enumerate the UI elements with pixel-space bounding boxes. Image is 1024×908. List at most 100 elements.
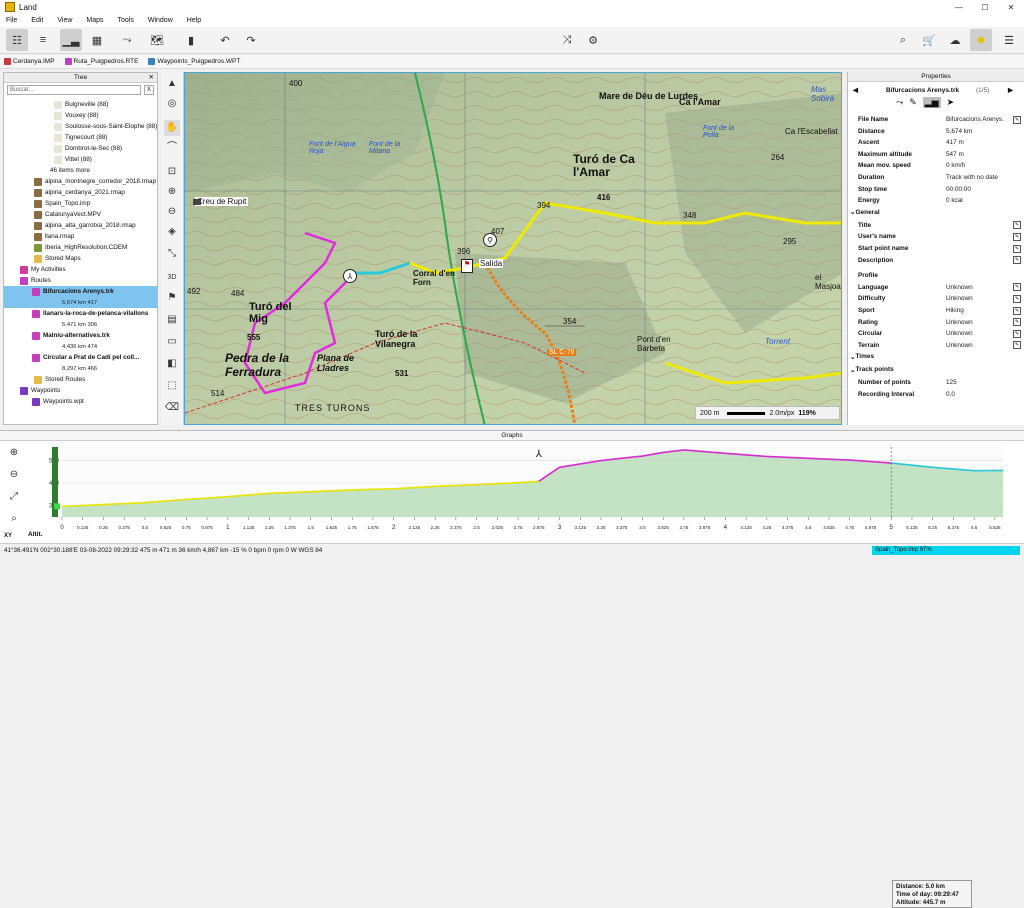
sun-icon[interactable]: ✹ <box>970 29 992 51</box>
tree-view-icon[interactable]: ☷ <box>6 29 28 51</box>
route-item[interactable]: Circular a Prat de Cadí pel coll... <box>4 352 157 363</box>
zoom-out-icon[interactable]: ⊖ <box>6 467 22 483</box>
tree-item[interactable]: Stored Routes <box>4 374 157 385</box>
edit-icon[interactable]: ✎ <box>1013 329 1021 338</box>
clear-search-button[interactable]: X <box>144 85 154 95</box>
zoom-in-icon[interactable]: ⊕ <box>164 184 180 200</box>
ruler-icon[interactable]: ▭ <box>164 334 180 350</box>
route-icon[interactable]: ⤳ <box>896 97 903 108</box>
zoom-out-icon[interactable]: ⊖ <box>164 204 180 220</box>
fit-icon[interactable]: ⤡ <box>164 246 180 262</box>
edit-icon[interactable]: ✎ <box>1013 256 1021 265</box>
pan-hand-icon[interactable]: ✋ <box>164 120 180 136</box>
close-icon[interactable]: ✕ <box>149 73 154 83</box>
layers-icon[interactable]: ◧ <box>164 356 180 372</box>
tree-item[interactable]: Vouxey (88) <box>4 110 157 121</box>
waypoint-icon[interactable] <box>193 199 201 205</box>
tree-item[interactable]: Dombrot-le-Sec (88) <box>4 143 157 154</box>
tree-item[interactable]: alpina_cerdanya_2021.rmap <box>4 187 157 198</box>
target-icon[interactable]: ◎ <box>164 96 180 112</box>
erase-icon[interactable]: ⌫ <box>164 400 180 416</box>
select-icon[interactable]: ⬚ <box>164 378 180 394</box>
tree-item[interactable]: Waypoints <box>4 385 157 396</box>
document-icon[interactable]: ▤ <box>164 312 180 328</box>
tree-item[interactable]: Waypoints.wpt <box>4 396 157 407</box>
pointer-icon[interactable]: ▲ <box>164 76 180 92</box>
menu-view[interactable]: View <box>57 17 72 24</box>
edit-icon[interactable]: ✎ <box>1013 244 1021 253</box>
tree-item[interactable]: CatalunyaVect.MPV <box>4 209 157 220</box>
edit-track-icon[interactable]: ✎ <box>909 97 917 108</box>
zoom-in-icon[interactable]: ⊕ <box>6 445 22 461</box>
menu-maps[interactable]: Maps <box>86 17 103 24</box>
undo-icon[interactable]: ↶ <box>214 29 236 51</box>
prev-arrow-icon[interactable]: ◀ <box>853 86 858 94</box>
tree-item[interactable]: alpina_alta_garrotxa_2018.rmap <box>4 220 157 231</box>
sync-route-icon[interactable]: ⤨ <box>556 29 578 51</box>
section-header[interactable]: ⌄ Track points <box>850 364 894 375</box>
tab-ruta[interactable]: Ruta_Puigpedros.RTE <box>64 58 138 65</box>
menu-edit[interactable]: Edit <box>31 17 43 24</box>
tree-item[interactable]: Iberia_HighResolution.CDEM <box>4 242 157 253</box>
route-item[interactable]: Malniu-alternatives.trk <box>4 330 157 341</box>
menu-window[interactable]: Window <box>148 17 173 24</box>
cloud-icon[interactable]: ☁ <box>944 29 966 51</box>
route-item[interactable]: llanars-la-roca-de-pelanca-vilallons <box>4 308 157 319</box>
tree-item[interactable]: Vittel (88) <box>4 154 157 165</box>
search-icon[interactable]: ⌕ <box>892 29 914 51</box>
edit-icon[interactable]: ✎ <box>1013 115 1021 124</box>
navigate-icon[interactable]: ➤ <box>947 97 955 108</box>
close-button[interactable]: ✕ <box>998 0 1024 14</box>
calendar-icon[interactable]: ▦ <box>86 29 108 51</box>
tree-item[interactable]: Stored Maps <box>4 253 157 264</box>
junction-icon[interactable]: ⅄ <box>343 269 357 283</box>
zoom-area-icon[interactable]: ⊡ <box>164 164 180 180</box>
redo-icon[interactable]: ↷ <box>240 29 262 51</box>
settings-route-icon[interactable]: ⚙ <box>582 29 604 51</box>
chart-icon[interactable]: ▂▅ <box>922 97 941 108</box>
tree-item[interactable]: alpina_montnegre_corredor_2018.rmap <box>4 176 157 187</box>
graph-view-icon[interactable]: ▁▃ <box>60 29 82 51</box>
menu-file[interactable]: File <box>6 17 17 24</box>
section-header[interactable]: ⌄ Times <box>850 351 874 362</box>
elevation-chart[interactable]: 50040030000.1250.250.3750.50.6250.750.87… <box>34 443 1009 531</box>
minimize-button[interactable]: — <box>946 0 972 14</box>
edit-icon[interactable]: ✎ <box>1013 221 1021 230</box>
color-palette-icon[interactable]: ▮ <box>180 29 202 51</box>
arc-icon[interactable]: ⌒ <box>164 140 180 156</box>
next-arrow-icon[interactable]: ▶ <box>1008 86 1013 94</box>
map-layers-icon[interactable]: 🗺 <box>146 29 168 51</box>
maximize-button[interactable]: ☐ <box>972 0 998 14</box>
3d-view-icon[interactable]: 3D <box>164 270 180 286</box>
section-header[interactable]: ⌄ General <box>850 207 880 218</box>
tree-item[interactable]: Routes <box>4 275 157 286</box>
edit-icon[interactable]: ✎ <box>1013 306 1021 315</box>
cart-icon[interactable]: 🛒 <box>918 29 940 51</box>
tree-item[interactable]: Soulosse-sous-Saint-Elophe (88) <box>4 121 157 132</box>
start-flag-icon[interactable]: ⚑ <box>461 259 473 273</box>
edit-icon[interactable]: ✎ <box>1013 318 1021 327</box>
edit-icon[interactable]: ✎ <box>1013 294 1021 303</box>
walker-icon[interactable]: ⚑ <box>164 290 180 306</box>
tree-search-input[interactable]: Buscar... <box>7 85 141 95</box>
tree-item[interactable]: Tignecourt (88) <box>4 132 157 143</box>
hiker-icon[interactable]: ⚲ <box>483 233 497 247</box>
edit-icon[interactable]: ✎ <box>1013 341 1021 350</box>
tab-waypoints[interactable]: Waypoints_Puigpedros.WPT <box>148 58 240 65</box>
more-menu-icon[interactable]: ☰ <box>998 29 1020 51</box>
map-view[interactable]: Mare de Déu de Lurdes Ca l'Amar Turó de … <box>184 72 842 425</box>
tree-item[interactable]: My Activities <box>4 264 157 275</box>
tree-item[interactable]: Spain_Topo.imp <box>4 198 157 209</box>
fit-graph-icon[interactable]: ⤢ <box>6 489 22 505</box>
edit-icon[interactable]: ✎ <box>1013 283 1021 292</box>
tree-item[interactable]: 46 items more <box>4 165 157 176</box>
menu-tools[interactable]: Tools <box>118 17 134 24</box>
route-item[interactable]: Bifurcacions Arenys.trk <box>4 286 157 297</box>
zoom-selection-icon[interactable]: ⌕ <box>6 511 22 527</box>
measure-icon[interactable]: ◈ <box>164 224 180 240</box>
tab-cerdanya[interactable]: Cerdanya.IMP <box>4 58 55 65</box>
route-tool-icon[interactable]: ⤳ <box>116 29 138 51</box>
edit-icon[interactable]: ✎ <box>1013 232 1021 241</box>
tree-item[interactable]: llana.rmap <box>4 231 157 242</box>
list-view-icon[interactable]: ≡ <box>32 29 54 51</box>
